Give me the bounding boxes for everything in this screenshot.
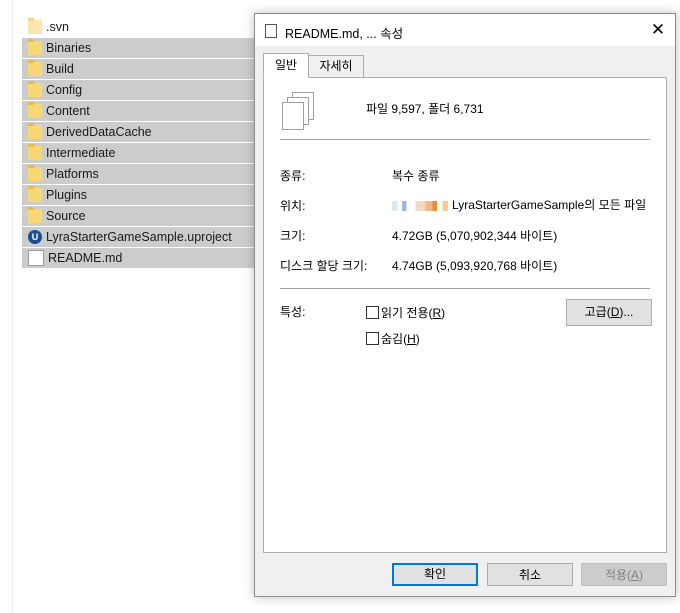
file-row[interactable]: U LyraStarterGameSample.uproject xyxy=(22,227,262,247)
file-name: Plugins xyxy=(46,188,87,202)
tab-general[interactable]: 일반 xyxy=(263,53,309,78)
navigation-pane-edge xyxy=(0,0,13,613)
file-name: Binaries xyxy=(46,41,92,55)
file-name: Platforms xyxy=(46,167,99,181)
close-icon[interactable]: ✕ xyxy=(641,14,675,46)
file-name: Content xyxy=(46,104,90,118)
folder-icon xyxy=(28,165,42,181)
multiple-files-icon xyxy=(282,92,316,130)
file-row[interactable]: Intermediate xyxy=(22,143,262,163)
type-value: 복수 종류 xyxy=(392,169,440,183)
size-label: 크기: xyxy=(280,229,306,243)
dialog-title: README.md, ... 속성 xyxy=(285,27,404,41)
folder-icon xyxy=(28,39,42,55)
general-tab-panel: 파일 9,597, 폴더 6,731 종류: 복수 종류 위치: LyraSta… xyxy=(263,77,667,553)
location-value: LyraStarterGameSample의 모든 파일 xyxy=(392,196,646,213)
file-name: DerivedDataCache xyxy=(46,125,152,139)
file-name: README.md xyxy=(48,251,123,265)
file-name: Config xyxy=(46,83,83,97)
folder-icon xyxy=(28,60,42,76)
apply-button[interactable]: 적용(A) xyxy=(581,563,667,586)
file-folder-count: 파일 9,597, 폴더 6,731 xyxy=(366,102,484,116)
unreal-project-icon: U xyxy=(28,230,42,244)
dialog-titlebar: README.md, ... 속성 ✕ xyxy=(255,14,675,46)
redacted-path xyxy=(392,200,448,211)
type-label: 종류: xyxy=(280,169,306,183)
disk-size-label: 디스크 할당 크기: xyxy=(280,259,368,273)
cancel-button[interactable]: 취소 xyxy=(487,563,573,586)
attributes-label: 특성: xyxy=(280,305,306,319)
file-row[interactable]: Build xyxy=(22,59,262,79)
folder-icon xyxy=(28,102,42,118)
file-name: LyraStarterGameSample.uproject xyxy=(46,230,232,244)
folder-icon xyxy=(28,123,42,139)
ok-button[interactable]: 확인 xyxy=(392,563,478,586)
file-name: Build xyxy=(46,62,74,76)
divider xyxy=(280,139,650,140)
readonly-label[interactable]: 읽기 전용(R) xyxy=(381,304,445,321)
file-row[interactable]: Content xyxy=(22,101,262,121)
hidden-checkbox[interactable] xyxy=(366,332,379,345)
size-value: 4.72GB (5,070,902,344 바이트) xyxy=(392,229,558,243)
file-row[interactable]: Config xyxy=(22,80,262,100)
file-name: Intermediate xyxy=(46,146,116,160)
file-row[interactable]: Binaries xyxy=(22,38,262,58)
properties-icon xyxy=(265,22,281,38)
folder-icon xyxy=(28,18,42,34)
folder-icon xyxy=(28,144,42,160)
readonly-checkbox[interactable] xyxy=(366,306,379,319)
folder-icon xyxy=(28,207,42,223)
divider xyxy=(280,288,650,289)
disk-size-value: 4.74GB (5,093,920,768 바이트) xyxy=(392,259,558,273)
file-list: .svn Binaries Build Config Content DerivedDat… xyxy=(22,17,262,269)
location-label: 위치: xyxy=(280,199,306,213)
file-row[interactable]: README.md xyxy=(22,248,262,268)
hidden-label[interactable]: 숨김(H) xyxy=(381,330,420,347)
folder-icon xyxy=(28,186,42,202)
location-text: LyraStarterGameSample의 모든 파일 xyxy=(452,198,647,212)
file-row[interactable]: Source xyxy=(22,206,262,226)
file-row[interactable]: DerivedDataCache xyxy=(22,122,262,142)
file-row[interactable]: Plugins xyxy=(22,185,262,205)
file-row[interactable]: Platforms xyxy=(22,164,262,184)
file-row[interactable]: .svn xyxy=(22,17,262,37)
file-name: Source xyxy=(46,209,86,223)
properties-dialog: README.md, ... 속성 ✕ 일반 자세히 파일 9,597, 폴더 … xyxy=(254,13,676,597)
advanced-button[interactable]: 고급(D)... xyxy=(566,299,652,326)
document-icon xyxy=(28,250,44,266)
folder-icon xyxy=(28,81,42,97)
tab-details[interactable]: 자세히 xyxy=(308,55,364,78)
file-name: .svn xyxy=(46,20,69,34)
